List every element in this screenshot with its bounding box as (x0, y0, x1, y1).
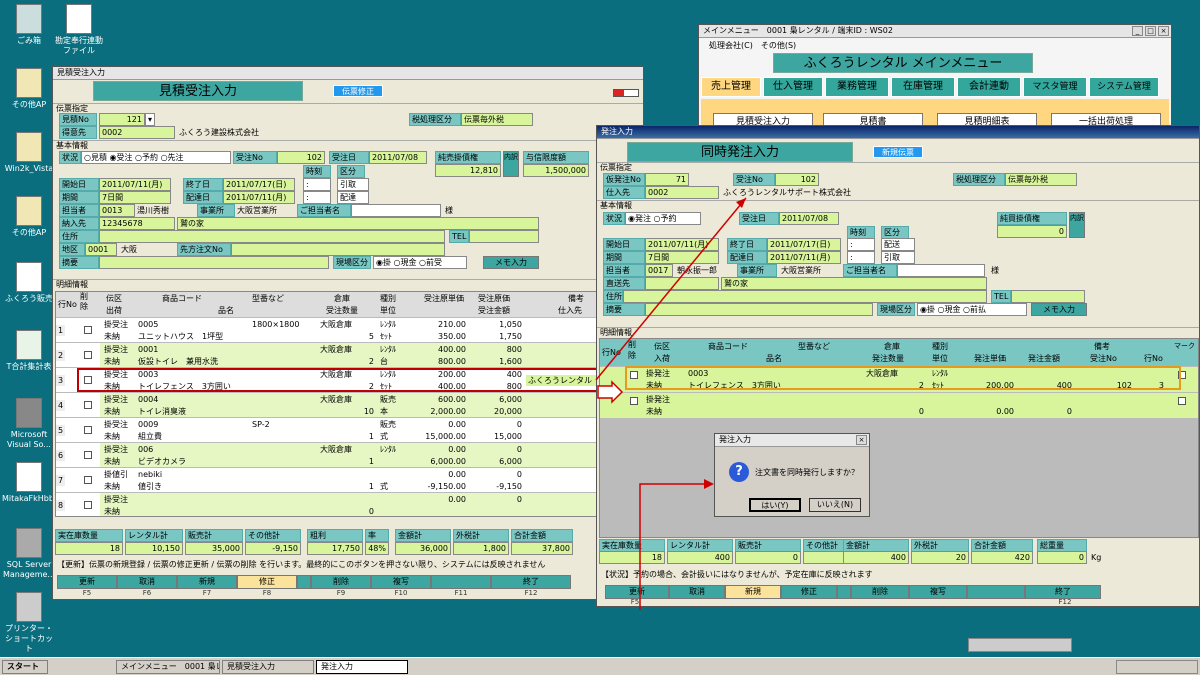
task-order[interactable]: 発注入力 (316, 660, 408, 674)
taskbar: スタート メインメニュー 0001 梟レ 見積受注入力 発注入力 (0, 657, 1200, 675)
annotation-arrows (595, 197, 747, 610)
start-button[interactable]: スタート (2, 660, 48, 674)
system-tray (1116, 660, 1198, 674)
tray-toolbar[interactable] (968, 638, 1072, 652)
task-main-menu[interactable]: メインメニュー 0001 梟レ (116, 660, 220, 674)
task-estimate[interactable]: 見積受注入力 (222, 660, 314, 674)
